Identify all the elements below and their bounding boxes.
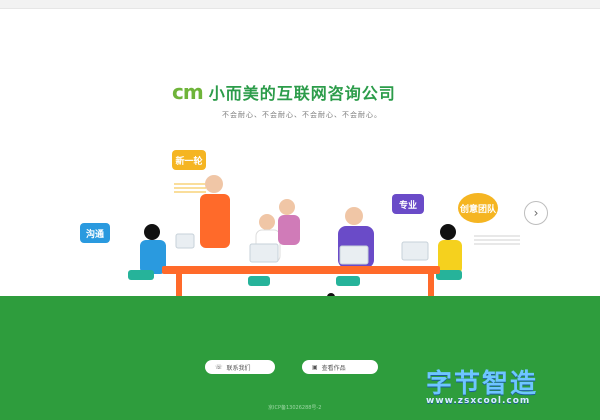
homepage: cm 小而美的互联网咨询公司 不会耐心、不会耐心、不会耐心、不会耐心。 新一轮 …	[0, 0, 600, 420]
phone-icon: ☏	[215, 363, 223, 371]
icp-footer: 京ICP备13026288号-2	[268, 405, 322, 411]
desk	[162, 266, 440, 274]
contact-us-button[interactable]: ☏ 联系我们	[205, 360, 275, 374]
watermark: 字节智造 www.zsxcool.com	[426, 363, 538, 406]
chevron-right-icon: ›	[533, 206, 539, 220]
watermark-url: www.zsxcool.com	[426, 396, 531, 406]
carousel-next-button[interactable]: ›	[524, 201, 548, 225]
hero-illustration: cm 小而美的互联网咨询公司 不会耐心、不会耐心、不会耐心、不会耐心。 新一轮 …	[0, 0, 600, 320]
contact-us-label: 联系我们	[226, 364, 251, 372]
view-works-button[interactable]: ▣ 查看作品	[302, 360, 378, 374]
document-icon: ▣	[312, 363, 318, 371]
office-scene-graphic	[128, 175, 520, 300]
watermark-title: 字节智造	[426, 369, 539, 399]
view-works-label: 查看作品	[321, 364, 346, 372]
